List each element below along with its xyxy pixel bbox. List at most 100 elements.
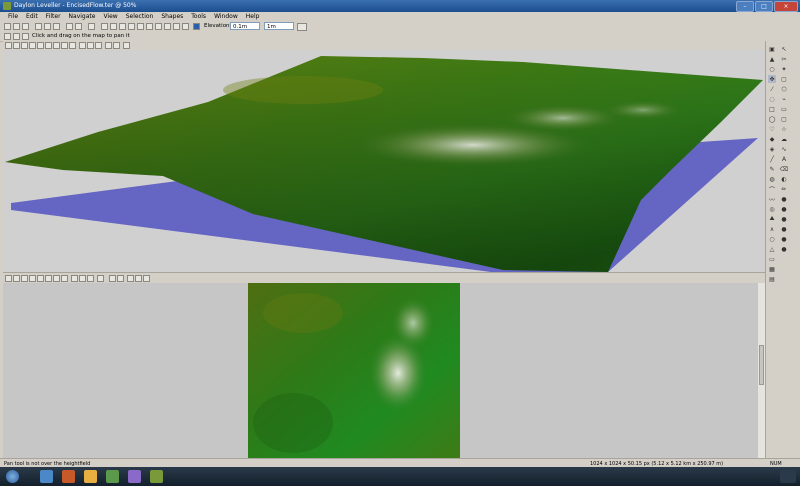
- print-preview-icon[interactable]: [182, 23, 189, 30]
- grid-icon[interactable]: [61, 42, 68, 49]
- terrain-3d-view[interactable]: [3, 50, 765, 272]
- copy-icon[interactable]: [44, 23, 51, 30]
- brush-icon[interactable]: ✎: [768, 165, 776, 173]
- star-icon[interactable]: ☆: [780, 125, 788, 133]
- vertical-scrollbar[interactable]: [758, 283, 765, 458]
- line-icon[interactable]: ╱: [768, 155, 776, 163]
- menu-help[interactable]: Help: [242, 13, 264, 20]
- export-icon[interactable]: [123, 42, 130, 49]
- smudge-icon[interactable]: ◍: [768, 175, 776, 183]
- water-icon[interactable]: [97, 275, 104, 282]
- cloud-icon[interactable]: ☁: [780, 135, 788, 143]
- menu-file[interactable]: File: [4, 13, 22, 20]
- zoom-fit-icon[interactable]: [5, 42, 12, 49]
- camera-icon[interactable]: [128, 23, 135, 30]
- zoom-in-icon[interactable]: [13, 42, 20, 49]
- circle-icon[interactable]: ○: [768, 235, 776, 243]
- text-icon[interactable]: A: [780, 155, 788, 163]
- menu-shapes[interactable]: Shapes: [157, 13, 187, 20]
- rounded-rect-icon[interactable]: ▢: [780, 115, 788, 123]
- heart-shape-icon[interactable]: ♡: [768, 125, 776, 133]
- ellipse-icon[interactable]: ▢: [780, 75, 788, 83]
- close-button[interactable]: ×: [774, 1, 798, 12]
- elevation-value-input[interactable]: 0.1m: [230, 22, 260, 30]
- select-icon[interactable]: [71, 275, 78, 282]
- palette-icon[interactable]: [127, 275, 134, 282]
- show-desktop-button[interactable]: [780, 470, 796, 483]
- grid-icon[interactable]: [119, 23, 126, 30]
- water-icon[interactable]: [105, 42, 112, 49]
- polygon-icon[interactable]: ⬡: [780, 85, 788, 93]
- pan-tool-icon[interactable]: ✥: [768, 75, 776, 83]
- ellipse-select-icon[interactable]: ◯: [768, 115, 776, 123]
- render-icon[interactable]: [137, 23, 144, 30]
- zoom-in-icon[interactable]: [13, 275, 20, 282]
- maximize-button[interactable]: □: [755, 1, 773, 12]
- menu-selection[interactable]: Selection: [122, 13, 158, 20]
- rect-icon[interactable]: ▭: [780, 105, 788, 113]
- rotate-icon[interactable]: [29, 42, 36, 49]
- undo-icon[interactable]: [66, 23, 73, 30]
- zoom-out-icon[interactable]: [21, 275, 28, 282]
- select-icon[interactable]: [87, 42, 94, 49]
- zoom-tool-icon[interactable]: ○: [768, 65, 776, 73]
- smooth-icon[interactable]: ●: [780, 195, 788, 203]
- redo-icon[interactable]: [75, 23, 82, 30]
- info-icon[interactable]: [193, 23, 200, 30]
- freeform-icon[interactable]: ⌁: [780, 95, 788, 103]
- zoom-fit-icon[interactable]: [5, 275, 12, 282]
- curve-icon[interactable]: ∿: [780, 145, 788, 153]
- crater-icon[interactable]: ◎: [768, 205, 776, 213]
- terrain-tool-icon[interactable]: ▲: [768, 55, 776, 63]
- lower-icon[interactable]: ●: [780, 215, 788, 223]
- move-icon[interactable]: [79, 42, 86, 49]
- mountain-icon[interactable]: ⛰: [768, 215, 776, 223]
- display-icon[interactable]: [146, 23, 153, 30]
- paste-icon[interactable]: [53, 23, 60, 30]
- export-icon[interactable]: [143, 275, 150, 282]
- scrollbar-thumb[interactable]: [759, 345, 764, 385]
- shade-icon[interactable]: [37, 42, 44, 49]
- menu-tools[interactable]: Tools: [187, 13, 210, 20]
- flatten-icon[interactable]: ●: [780, 225, 788, 233]
- chart-icon[interactable]: [164, 23, 171, 30]
- taskbar-app-icon[interactable]: [128, 470, 141, 483]
- wand-icon[interactable]: ✦: [780, 65, 788, 73]
- bucket-icon[interactable]: ◆: [768, 135, 776, 143]
- rect-select-icon[interactable]: □: [768, 105, 776, 113]
- print-icon[interactable]: [88, 23, 95, 30]
- sky-icon[interactable]: [61, 275, 68, 282]
- zoom-out-icon[interactable]: [21, 42, 28, 49]
- apply-elevation-icon[interactable]: [297, 23, 307, 31]
- camera-icon[interactable]: [53, 42, 60, 49]
- light-icon[interactable]: [45, 42, 52, 49]
- water-icon[interactable]: [173, 23, 180, 30]
- heightfield-2d-view[interactable]: [3, 283, 763, 458]
- view-icon[interactable]: [101, 23, 108, 30]
- path-icon[interactable]: ⌒: [768, 185, 776, 194]
- pointer-icon[interactable]: ▣: [768, 45, 776, 53]
- pan-hand-icon[interactable]: [4, 33, 11, 40]
- elevation-step-input[interactable]: 1m: [264, 22, 294, 30]
- open-file-icon[interactable]: [13, 23, 20, 30]
- minimize-button[interactable]: –: [736, 1, 754, 12]
- shape-rect-icon[interactable]: ▭: [768, 255, 776, 263]
- brush-icon[interactable]: [109, 275, 116, 282]
- ridge-icon[interactable]: ∧: [768, 225, 776, 233]
- move-icon[interactable]: [79, 275, 86, 282]
- pencil-icon[interactable]: [22, 33, 29, 40]
- triangle-icon[interactable]: △: [768, 245, 776, 253]
- knife-icon[interactable]: ✂: [780, 55, 788, 63]
- sky-icon[interactable]: [69, 42, 76, 49]
- settings-icon[interactable]: [117, 275, 124, 282]
- menu-edit[interactable]: Edit: [22, 13, 42, 20]
- start-button-icon[interactable]: [6, 470, 19, 483]
- terrace-icon[interactable]: ●: [780, 245, 788, 253]
- zoom-icon[interactable]: [155, 23, 162, 30]
- menu-navigate[interactable]: Navigate: [65, 13, 100, 20]
- spray-icon[interactable]: ◈: [768, 145, 776, 153]
- menu-view[interactable]: View: [99, 13, 121, 20]
- light-icon[interactable]: [110, 23, 117, 30]
- menu-window[interactable]: Window: [210, 13, 242, 20]
- shade-icon[interactable]: [29, 275, 36, 282]
